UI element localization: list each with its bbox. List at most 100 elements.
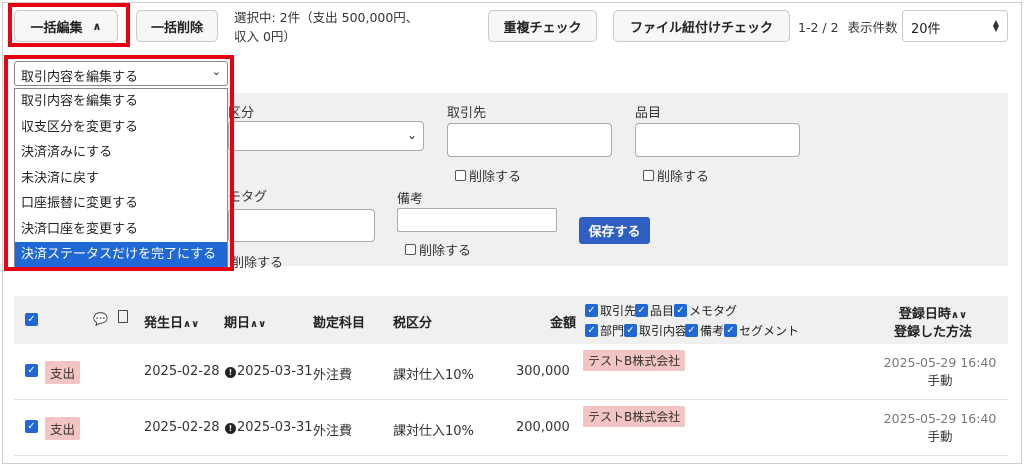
note-delete-label: 削除する <box>419 244 472 259</box>
bulk-edit-button[interactable]: 一括編集 ∧ <box>14 10 118 42</box>
bulk-edit-label: 一括編集 <box>30 20 83 36</box>
sort-icon: ∧∨ <box>250 319 267 330</box>
checkbox-unchecked-icon <box>455 170 466 181</box>
filter-partner-label: 取引先 <box>600 304 637 318</box>
filter-item[interactable]: ✓ 品目 <box>635 302 674 319</box>
row-account: 外注費 <box>313 368 353 383</box>
per-page-select[interactable]: 20件 ▲ ▼ <box>902 10 1008 42</box>
checkbox-checked-icon: ✓ <box>674 304 687 317</box>
sort-icon: ∧∨ <box>183 319 200 330</box>
item-input[interactable] <box>635 123 800 157</box>
sort-icon: ∧∨ <box>950 310 968 321</box>
filter-content[interactable]: ✓ 取引内容 <box>624 322 687 339</box>
filter-department[interactable]: ✓ 部門 <box>585 322 624 339</box>
row-registered-method: 手動 <box>927 429 953 444</box>
action-option-change-category[interactable]: 収支区分を変更する <box>15 115 227 141</box>
action-option-complete-status[interactable]: 決済ステータスだけを完了にする <box>15 242 227 268</box>
select-arrows-icon: ▲ ▼ <box>992 18 999 33</box>
row-registered-datetime: 2025-05-29 16:40 <box>883 411 997 426</box>
header-registered[interactable]: 登録日時∧∨ <box>883 303 983 322</box>
chevron-up-icon: ∧ <box>92 19 102 33</box>
row-checkbox[interactable]: ✓ <box>25 420 38 433</box>
tax-label: 区分 <box>228 106 255 121</box>
row-date: 2025-02-28 <box>144 364 220 379</box>
memo-tag-delete-checkbox[interactable]: 削除する <box>231 252 283 271</box>
bulk-delete-button[interactable]: 一括削除 <box>136 10 218 42</box>
partner-delete-checkbox[interactable]: 削除する <box>455 166 521 185</box>
header-date-label: 発生日 <box>144 316 184 331</box>
header-date[interactable]: 発生日∧∨ <box>144 312 199 331</box>
item-label: 品目 <box>635 106 662 121</box>
header-tax: 税区分 <box>393 316 433 331</box>
row-checkbox[interactable]: ✓ <box>25 364 38 377</box>
header-registered-label: 登録日時 <box>898 307 951 322</box>
row-account: 外注費 <box>313 424 353 439</box>
table-row[interactable]: ✓ 支出 2025-02-28 ! 2025-03-31 外注費 課対仕入10% … <box>14 344 1008 400</box>
action-option-mark-settled[interactable]: 決済済みにする <box>15 140 227 166</box>
action-option-edit-content[interactable]: 取引内容を編集する <box>15 89 227 115</box>
action-options-list: 取引内容を編集する 収支区分を変更する 決済済みにする 未決済に戻す 口座振替に… <box>14 88 228 268</box>
row-tax: 課対仕入10% <box>393 368 474 383</box>
filter-segment-label: セグメント <box>739 324 800 338</box>
item-delete-checkbox[interactable]: 削除する <box>643 166 709 185</box>
row-registered: 2025-05-29 16:40 手動 <box>875 411 1005 445</box>
row-registered: 2025-05-29 16:40 手動 <box>875 355 1005 389</box>
action-option-change-account[interactable]: 決済口座を変更する <box>15 217 227 243</box>
per-page-label: 表示件数 <box>847 20 898 35</box>
row-due: ! 2025-03-31 <box>225 420 313 435</box>
table-row[interactable]: ✓ 支出 2025-02-28 ! 2025-03-31 外注費 課対仕入10% … <box>14 400 1008 456</box>
checkbox-unchecked-icon <box>643 170 654 181</box>
partner-delete-label: 削除する <box>469 170 522 185</box>
row-tax: 課対仕入10% <box>393 424 474 439</box>
memo-tag-input[interactable] <box>228 209 375 242</box>
select-all-checkbox[interactable]: ✓ <box>25 313 38 326</box>
pager-range: 1-2 / 2 <box>798 20 839 35</box>
note-input[interactable] <box>397 208 557 232</box>
action-select-value: 取引内容を編集する <box>21 70 139 85</box>
alert-icon: ! <box>225 423 236 434</box>
item-delete-label: 削除する <box>657 170 710 185</box>
memo-tag-label: モタグ <box>228 190 268 205</box>
partner-tag: テストB株式会社 <box>583 350 686 371</box>
chevron-down-icon: ⌄ <box>406 128 417 142</box>
partner-tag: テストB株式会社 <box>583 406 686 427</box>
chevron-down-icon: ⌄ <box>211 65 221 78</box>
filter-memo-tag[interactable]: ✓ メモタグ <box>674 302 737 319</box>
tax-select[interactable]: ⌄ <box>228 121 424 151</box>
row-amount: 200,000 <box>516 420 570 435</box>
type-badge: 支出 <box>45 417 81 440</box>
action-option-mark-unsettled[interactable]: 未決済に戻す <box>15 166 227 192</box>
action-option-change-to-transfer[interactable]: 口座振替に変更する <box>15 191 227 217</box>
note-label: 備考 <box>397 192 424 207</box>
checkbox-checked-icon: ✓ <box>585 304 598 317</box>
duplicate-check-button[interactable]: 重複チェック <box>488 10 597 42</box>
document-icon <box>118 310 128 323</box>
row-date: 2025-02-28 <box>144 420 220 435</box>
checkbox-checked-icon: ✓ <box>585 324 598 337</box>
per-page-value: 20件 <box>911 22 941 37</box>
memo-tag-delete-label: 削除する <box>231 256 284 271</box>
filter-segment[interactable]: ✓ セグメント <box>724 322 799 339</box>
filter-note[interactable]: ✓ 備考 <box>685 322 724 339</box>
filter-partner[interactable]: ✓ 取引先 <box>585 302 636 319</box>
checkbox-checked-icon: ✓ <box>635 304 648 317</box>
checkbox-checked-icon: ✓ <box>624 324 637 337</box>
note-delete-checkbox[interactable]: 削除する <box>405 240 471 259</box>
type-badge: 支出 <box>45 361 81 384</box>
selection-status-line1: 選択中: 2件（支出 500,000円、 <box>234 10 419 25</box>
header-due[interactable]: 期日∧∨ <box>224 312 266 331</box>
filter-department-label: 部門 <box>600 324 625 338</box>
header-due-label: 期日 <box>224 316 251 331</box>
file-link-check-button[interactable]: ファイル紐付けチェック <box>613 10 790 42</box>
partner-input[interactable] <box>447 123 612 157</box>
row-registered-datetime: 2025-05-29 16:40 <box>883 355 997 370</box>
checkbox-checked-icon: ✓ <box>685 324 698 337</box>
row-due-value: 2025-03-31 <box>237 364 313 379</box>
header-method: 登録した方法 <box>893 325 972 340</box>
save-button[interactable]: 保存する <box>579 217 650 244</box>
filter-note-label: 備考 <box>700 324 725 338</box>
selection-status-line2: 収入 0円） <box>234 29 296 44</box>
header-amount: 金額 <box>550 316 577 331</box>
pager: 1-2 / 2 表示件数 <box>798 17 898 36</box>
action-select[interactable]: 取引内容を編集する ⌄ <box>14 61 228 86</box>
